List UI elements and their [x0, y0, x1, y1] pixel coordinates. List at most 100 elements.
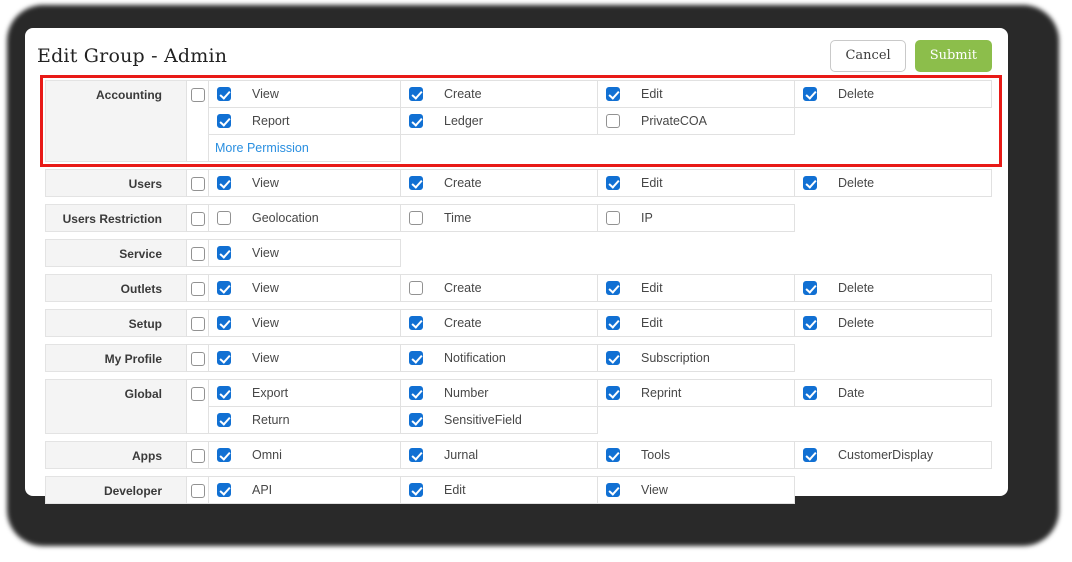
permission-checkbox[interactable]	[409, 87, 423, 101]
permission-checkbox[interactable]	[803, 316, 817, 330]
group-checkbox[interactable]	[190, 317, 205, 331]
permission-checkbox[interactable]	[606, 351, 620, 365]
permission-lines: View Notification Subscription	[208, 344, 997, 372]
permission-checkbox[interactable]	[803, 176, 817, 190]
permission-checkbox[interactable]	[217, 316, 231, 330]
permission-checkbox[interactable]	[217, 281, 231, 295]
group-label-cell: Developer	[45, 476, 187, 504]
permission-checkbox[interactable]	[409, 413, 423, 427]
permission-cell: View	[597, 476, 795, 504]
group-checkbox[interactable]	[190, 484, 205, 498]
permission-checkbox[interactable]	[606, 114, 620, 128]
cancel-button[interactable]: Cancel	[830, 40, 906, 72]
permission-checkbox[interactable]	[409, 386, 423, 400]
permission-label: Delete	[838, 176, 875, 190]
permission-line: View Create Edit Delete	[208, 169, 997, 197]
permission-checkbox[interactable]	[409, 211, 423, 225]
permission-checkbox[interactable]	[606, 87, 620, 101]
permission-label: Create	[444, 176, 482, 190]
permission-cell: View	[208, 80, 401, 108]
permission-label: Create	[444, 316, 482, 330]
permission-label: Export	[252, 386, 289, 400]
permission-lines: View Create Edit Delete	[208, 169, 997, 197]
permission-checkbox[interactable]	[217, 176, 231, 190]
permission-checkbox[interactable]	[606, 211, 620, 225]
group-name: Global	[124, 387, 162, 401]
more-permission-link[interactable]: More Permission	[215, 141, 309, 155]
group-checkbox[interactable]	[190, 449, 205, 463]
permission-row-service: Service View	[45, 239, 997, 267]
permission-checkbox[interactable]	[409, 316, 423, 330]
permission-cell: Create	[400, 169, 598, 197]
permission-cell: Edit	[597, 274, 795, 302]
permission-label: Ledger	[444, 114, 483, 128]
permission-checkbox[interactable]	[217, 246, 231, 260]
permission-checkbox[interactable]	[803, 386, 817, 400]
permission-label: Edit	[444, 483, 466, 497]
permission-label: Date	[838, 386, 865, 400]
permission-checkbox[interactable]	[409, 281, 423, 295]
permission-label: Number	[444, 386, 489, 400]
permission-checkbox[interactable]	[217, 386, 231, 400]
permission-checkbox[interactable]	[409, 351, 423, 365]
permission-checkbox[interactable]	[217, 413, 231, 427]
permission-label: View	[252, 246, 279, 260]
group-checkbox[interactable]	[190, 387, 205, 401]
permission-checkbox[interactable]	[606, 448, 620, 462]
permission-lines: View Create Edit Delete	[208, 309, 997, 337]
group-checkbox[interactable]	[190, 177, 205, 191]
group-checkbox[interactable]	[190, 247, 205, 261]
group-label-cell: My Profile	[45, 344, 187, 372]
screenshot-stage: Edit Group - Admin Cancel Submit Account…	[0, 0, 1072, 562]
permission-label: Delete	[838, 281, 875, 295]
permission-checkbox[interactable]	[217, 114, 231, 128]
dialog-header: Edit Group - Admin Cancel Submit	[25, 28, 1008, 80]
permission-checkbox[interactable]	[409, 176, 423, 190]
permission-checkbox[interactable]	[409, 483, 423, 497]
permission-checkbox[interactable]	[803, 87, 817, 101]
permission-checkbox[interactable]	[606, 386, 620, 400]
permission-checkbox[interactable]	[606, 316, 620, 330]
permission-checkbox[interactable]	[217, 483, 231, 497]
permission-cell: Delete	[794, 80, 992, 108]
permission-checkbox[interactable]	[803, 448, 817, 462]
group-checkbox-cell	[186, 169, 209, 197]
group-checkbox[interactable]	[190, 212, 205, 226]
permission-label: View	[252, 351, 279, 365]
group-checkbox[interactable]	[190, 282, 205, 296]
permission-label: Edit	[641, 316, 663, 330]
permission-cell: Ledger	[400, 107, 598, 135]
permission-label: View	[252, 176, 279, 190]
permission-checkbox[interactable]	[606, 483, 620, 497]
permission-label: Edit	[641, 281, 663, 295]
permission-cell: Time	[400, 204, 598, 232]
permission-checkbox[interactable]	[606, 281, 620, 295]
permission-checkbox[interactable]	[803, 281, 817, 295]
group-checkbox[interactable]	[190, 88, 205, 102]
group-checkbox-cell	[186, 379, 209, 434]
group-checkbox[interactable]	[190, 352, 205, 366]
permission-row-developer: Developer API Edit View	[45, 476, 997, 504]
group-name: Outlets	[120, 282, 162, 296]
permission-cell: View	[208, 274, 401, 302]
permission-checkbox[interactable]	[217, 448, 231, 462]
permission-label: Notification	[444, 351, 506, 365]
group-label-cell: Global	[45, 379, 187, 434]
permission-checkbox[interactable]	[409, 114, 423, 128]
permission-checkbox[interactable]	[409, 448, 423, 462]
permission-checkbox[interactable]	[217, 87, 231, 101]
group-name: Users Restriction	[62, 212, 162, 226]
permission-cell: CustomerDisplay	[794, 441, 992, 469]
group-name: My Profile	[104, 352, 162, 366]
permission-cell: View	[208, 239, 401, 267]
submit-button[interactable]: Submit	[914, 40, 992, 72]
permission-cell: View	[208, 344, 401, 372]
permission-checkbox[interactable]	[606, 176, 620, 190]
permission-checkbox[interactable]	[217, 211, 231, 225]
permission-cell: Number	[400, 379, 598, 407]
group-name: Developer	[103, 484, 162, 498]
permission-checkbox[interactable]	[217, 351, 231, 365]
permission-cell: Date	[794, 379, 992, 407]
permission-cell: Edit	[400, 476, 598, 504]
permission-row-setup: Setup View Create Edit Delete	[45, 309, 997, 337]
